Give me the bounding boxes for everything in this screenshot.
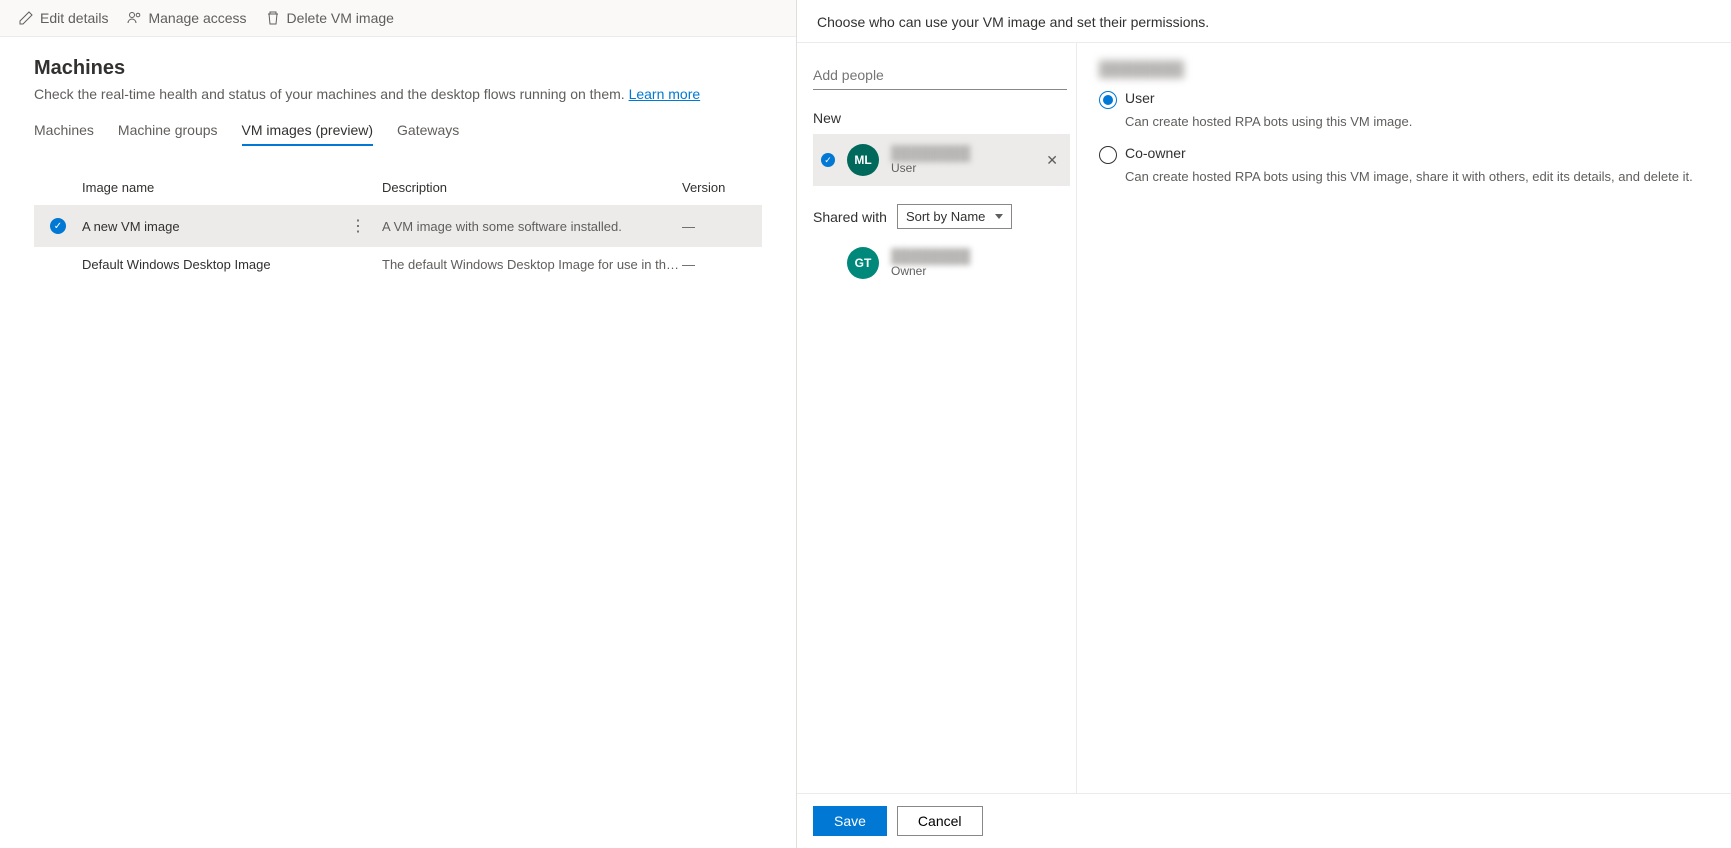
people-icon [126,10,142,26]
edit-icon [18,10,34,26]
save-button[interactable]: Save [813,806,887,836]
tab-bar: Machines Machine groups VM images (previ… [34,122,762,146]
shared-with-label: Shared with [813,209,887,225]
col-version[interactable]: Version [682,180,762,195]
row-name: Default Windows Desktop Image [82,257,382,272]
permissions-column: ████████ User Can create hosted RPA bots… [1077,43,1731,793]
delete-vm-button[interactable]: Delete VM image [265,10,394,26]
new-label: New [813,110,1070,126]
table-header: Image name Description Version [34,170,762,205]
row-selected-icon[interactable]: ✓ [50,218,66,234]
table-row[interactable]: Default Windows Desktop Image The defaul… [34,246,762,282]
row-overflow-menu[interactable]: ⋮ [344,216,372,236]
edit-details-label: Edit details [40,10,108,26]
tab-machine-groups[interactable]: Machine groups [118,122,218,146]
cancel-button[interactable]: Cancel [897,806,983,836]
person-row-new[interactable]: ✓ ML ████████ User ✕ [813,134,1070,186]
add-people-input[interactable] [813,61,1067,90]
person-name-blurred: ████████ [891,145,1030,161]
panel-footer: Save Cancel [797,793,1731,848]
row-version: — [682,219,762,234]
person-row-shared[interactable]: GT ████████ Owner [813,237,1070,289]
people-column: New ✓ ML ████████ User ✕ Shared with Sor… [797,43,1077,793]
manage-access-panel: Choose who can use your VM image and set… [797,0,1731,848]
perm-user-desc: Can create hosted RPA bots using this VM… [1125,113,1709,131]
delete-vm-label: Delete VM image [287,10,394,26]
row-name: A new VM image [82,219,180,234]
perm-user-label: User [1125,90,1155,106]
page-title: Machines [34,57,762,80]
person-role: User [891,161,1030,175]
table-row[interactable]: ✓ A new VM image ⋮ A VM image with some … [34,205,762,246]
edit-details-button[interactable]: Edit details [18,10,108,26]
radio-coowner[interactable] [1099,146,1117,164]
vm-images-table: Image name Description Version ✓ A new V… [34,170,762,282]
sort-select-value: Sort by Name [906,209,985,224]
avatar: GT [847,247,879,279]
page-header: Machines Check the real-time health and … [0,37,796,292]
learn-more-link[interactable]: Learn more [629,86,701,102]
person-selected-icon: ✓ [821,153,835,167]
col-image-name[interactable]: Image name [82,180,382,195]
tab-vm-images[interactable]: VM images (preview) [242,122,373,146]
radio-user[interactable] [1099,91,1117,109]
trash-icon [265,10,281,26]
row-desc: The default Windows Desktop Image for us… [382,257,682,272]
manage-access-label: Manage access [148,10,246,26]
command-bar: Edit details Manage access Delete VM ima… [0,0,796,37]
col-description[interactable]: Description [382,180,682,195]
manage-access-button[interactable]: Manage access [126,10,246,26]
sort-select[interactable]: Sort by Name [897,204,1012,229]
permissions-title-blurred: ████████ [1099,61,1709,78]
panel-description: Choose who can use your VM image and set… [797,0,1731,43]
avatar: ML [847,144,879,176]
tab-machines[interactable]: Machines [34,122,94,146]
perm-coowner-desc: Can create hosted RPA bots using this VM… [1125,168,1709,186]
remove-person-button[interactable]: ✕ [1042,148,1062,173]
main-content: Edit details Manage access Delete VM ima… [0,0,797,848]
tab-gateways[interactable]: Gateways [397,122,459,146]
person-name-blurred: ████████ [891,248,1062,264]
row-version: — [682,257,762,272]
perm-coowner-label: Co-owner [1125,145,1186,161]
page-description: Check the real-time health and status of… [34,86,762,102]
person-role: Owner [891,264,1062,278]
row-desc: A VM image with some software installed. [382,219,682,234]
